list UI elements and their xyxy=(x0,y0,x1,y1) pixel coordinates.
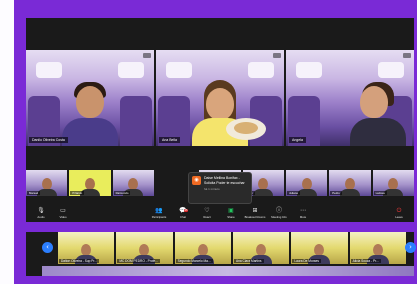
tile-options-icon[interactable] xyxy=(403,53,411,58)
gallery-thumb[interactable]: P.Nardo xyxy=(69,170,111,196)
video-tile[interactable]: Angela xyxy=(286,50,414,146)
notification-text: Daise Mellina Bonifax - Solicita Poder t… xyxy=(204,176,245,185)
notification-time: há 1 minuto xyxy=(204,187,220,191)
participant-name: Laura De Moraes xyxy=(292,259,321,263)
meeting-info-button[interactable]: ⓘ Meeting Info xyxy=(268,205,290,221)
gallery-thumb[interactable]: Juliana xyxy=(285,170,328,196)
video-tile-active-speaker[interactable]: Ana Bella xyxy=(156,50,284,146)
info-icon: ⓘ xyxy=(275,207,282,214)
zoom-meeting-window: Danilo Oliveira Costa Ana Bella Angela M… xyxy=(26,18,414,222)
screen: Danilo Oliveira Costa Ana Bella Angela M… xyxy=(0,0,417,284)
microphone-muted-icon: 🎙 xyxy=(37,207,45,214)
leave-button[interactable]: ⏻ Leave xyxy=(388,205,410,221)
purple-frame-left xyxy=(14,0,26,284)
participant-name: MC DOM PEDRO - Profe... xyxy=(117,259,160,263)
zoom-gallery-window: ‹ Dalton Oliveira - Sup Pr... MC DOM PED… xyxy=(26,232,416,276)
breakout-rooms-icon: ⊞ xyxy=(252,207,258,214)
zoom-app-icon: ◉ xyxy=(192,176,201,185)
breakout-rooms-button[interactable]: ⊞ Breakout Rooms xyxy=(244,205,266,221)
next-page-button[interactable]: › xyxy=(405,242,416,253)
gallery-tile[interactable]: MC DOM PEDRO - Profe... xyxy=(116,232,173,264)
audio-button[interactable]: 🎙 Audio xyxy=(30,205,52,221)
video-camera-icon: ▭ xyxy=(60,207,66,214)
gallery-carousel: Dalton Oliveira - Sup Pr... MC DOM PEDRO… xyxy=(58,232,406,264)
leave-icon: ⏻ xyxy=(396,207,402,214)
more-button[interactable]: ⋯ More xyxy=(292,205,314,221)
participant-video xyxy=(62,76,118,146)
notification-toast[interactable]: ◉ Daise Mellina Bonifax - Solicita Poder… xyxy=(188,172,252,204)
video-tile[interactable]: Danilo Oliveira Costa xyxy=(26,50,154,146)
participants-button[interactable]: 👥 Participants xyxy=(148,205,170,221)
participant-name: Juliana xyxy=(286,191,300,195)
tile-options-icon[interactable] xyxy=(273,53,281,58)
participant-name: Raimundo xyxy=(113,191,131,195)
share-screen-icon: ▣ xyxy=(228,207,234,214)
react-button[interactable]: ♡ React xyxy=(196,205,218,221)
participants-icon: 👥 xyxy=(155,207,163,214)
gallery-thumb[interactable]: Pedro xyxy=(329,170,371,196)
participant-name: Angela xyxy=(289,137,306,143)
gallery-thumb[interactable]: Larissa xyxy=(372,170,414,196)
speaker-row: Danilo Oliveira Costa Ana Bella Angela xyxy=(26,50,414,146)
heart-icon: ♡ xyxy=(204,207,210,214)
gallery-tile[interactable]: Laura De Moraes xyxy=(291,232,348,264)
toolbar-center: 👥 Participants 💬 45 Chat ♡ React ▣ Share xyxy=(148,205,314,221)
tile-options-icon[interactable] xyxy=(143,53,151,58)
cabin-background-strip xyxy=(42,266,414,276)
chat-unread-badge: 45 xyxy=(183,209,189,212)
participant-name: Danilo Oliveira Costa xyxy=(29,137,68,143)
gallery-tile[interactable]: Alicia Souza - Pr... xyxy=(349,232,406,264)
participant-name: Ana Bella xyxy=(159,137,180,143)
participant-name: Dalton Oliveira - Sup Pr... xyxy=(59,259,99,263)
participant-name: Larissa xyxy=(373,191,387,195)
purple-frame-bottom xyxy=(14,276,417,284)
participant-name: Alicia Souza - Pr... xyxy=(350,259,381,263)
meeting-toolbar: 🎙 Audio ▭ Video 👥 Participants 💬 45 Chat xyxy=(26,204,414,222)
more-dots-icon: ⋯ xyxy=(300,207,306,214)
participant-name: P.Nardo xyxy=(70,191,85,195)
participant-name: Manuel xyxy=(27,191,41,195)
chat-button[interactable]: 💬 45 Chat xyxy=(172,205,194,221)
video-button[interactable]: ▭ Video xyxy=(52,205,74,221)
participant-name: Pedro xyxy=(330,191,342,195)
purple-frame-divider xyxy=(14,222,417,232)
gallery-tile[interactable]: Ana Clara Martins xyxy=(232,232,290,264)
food-plate xyxy=(226,118,266,140)
gallery-thumb[interactable]: Raimundo xyxy=(112,170,154,196)
participant-name: Segundo Marcelo Ma... xyxy=(175,259,213,263)
previous-page-button[interactable]: ‹ xyxy=(42,242,53,253)
participant-video xyxy=(350,76,407,146)
participant-name: Ana Clara Martins xyxy=(233,259,264,263)
gallery-tile[interactable]: Segundo Marcelo Ma... xyxy=(174,232,231,264)
gallery-tile[interactable]: Dalton Oliveira - Sup Pr... xyxy=(58,232,115,264)
share-screen-button[interactable]: ▣ Share xyxy=(220,205,242,221)
gallery-thumb[interactable]: Manuel xyxy=(26,170,68,196)
